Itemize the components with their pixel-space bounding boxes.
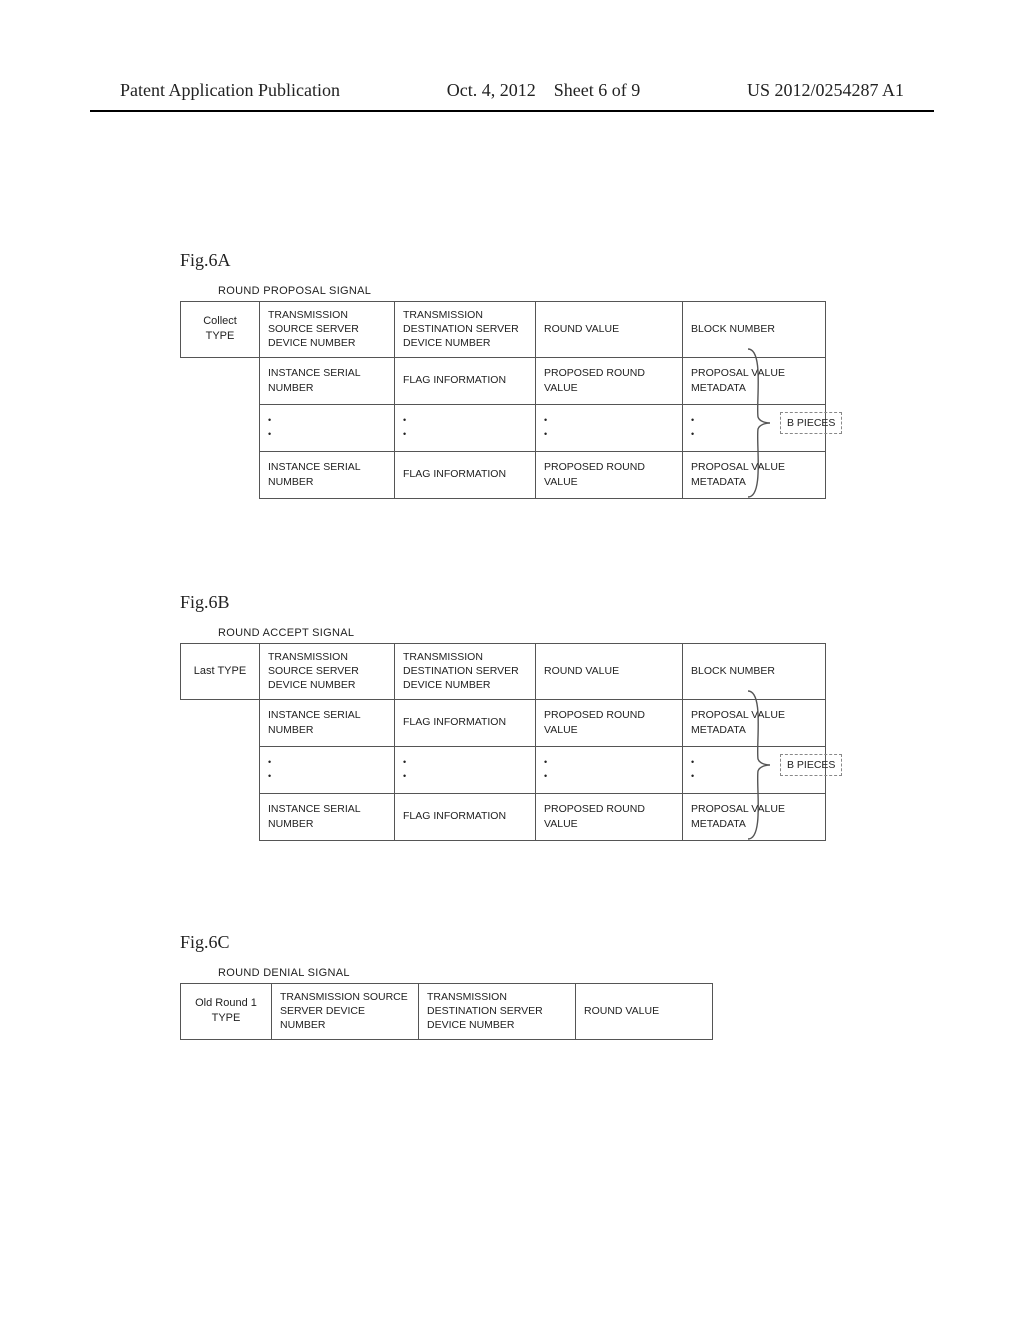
figure-6a-table: Collect TYPE TRANSMISSION SOURCE SERVER … bbox=[180, 301, 826, 499]
table-row-ellipsis bbox=[181, 404, 826, 451]
cell: TRANSMISSION DESTINATION SERVER DEVICE N… bbox=[395, 302, 536, 358]
page-header: Patent Application Publication Oct. 4, 2… bbox=[0, 80, 1024, 101]
cell: INSTANCE SERIAL NUMBER bbox=[260, 451, 395, 498]
type-cell: Collect TYPE bbox=[181, 302, 260, 358]
brace-group: B PIECES bbox=[746, 689, 842, 841]
pieces-label: B PIECES bbox=[780, 754, 842, 776]
figure-6c-table: Old Round 1 TYPE TRANSMISSION SOURCE SER… bbox=[180, 983, 713, 1040]
empty-cell bbox=[181, 793, 260, 840]
brace-group: B PIECES bbox=[746, 347, 842, 499]
table-row: INSTANCE SERIAL NUMBER FLAG INFORMATION … bbox=[181, 451, 826, 498]
figure-6b-table: Last TYPE TRANSMISSION SOURCE SERVER DEV… bbox=[180, 643, 826, 841]
pieces-label: B PIECES bbox=[780, 412, 842, 434]
cell: PROPOSED ROUND VALUE bbox=[536, 451, 683, 498]
cell: INSTANCE SERIAL NUMBER bbox=[260, 357, 395, 404]
cell: FLAG INFORMATION bbox=[395, 793, 536, 840]
header-date: Oct. 4, 2012 bbox=[447, 80, 536, 100]
brace-icon bbox=[746, 347, 772, 499]
table-row: INSTANCE SERIAL NUMBER FLAG INFORMATION … bbox=[181, 357, 826, 404]
empty-cell bbox=[181, 451, 260, 498]
cell: PROPOSED ROUND VALUE bbox=[536, 699, 683, 746]
figure-6c: Fig.6C ROUND DENIAL SIGNAL Old Round 1 T… bbox=[180, 932, 904, 1040]
table-row: Last TYPE TRANSMISSION SOURCE SERVER DEV… bbox=[181, 644, 826, 700]
ellipsis-cell bbox=[395, 746, 536, 793]
figure-6c-label: Fig.6C bbox=[180, 932, 904, 953]
header-rule bbox=[90, 110, 934, 112]
figure-6a-caption: ROUND PROPOSAL SIGNAL bbox=[218, 285, 904, 297]
header-publication: Patent Application Publication bbox=[120, 80, 340, 101]
figure-6b-label: Fig.6B bbox=[180, 592, 904, 613]
cell: PROPOSED ROUND VALUE bbox=[536, 357, 683, 404]
header-date-sheet: Oct. 4, 2012 Sheet 6 of 9 bbox=[447, 80, 640, 101]
figure-6b-caption: ROUND ACCEPT SIGNAL bbox=[218, 627, 904, 639]
header-pubno: US 2012/0254287 A1 bbox=[747, 80, 904, 101]
empty-cell bbox=[181, 699, 260, 746]
table-row: Old Round 1 TYPE TRANSMISSION SOURCE SER… bbox=[181, 984, 713, 1040]
cell: TRANSMISSION DESTINATION SERVER DEVICE N… bbox=[395, 644, 536, 700]
cell: TRANSMISSION SOURCE SERVER DEVICE NUMBER bbox=[260, 302, 395, 358]
cell: TRANSMISSION SOURCE SERVER DEVICE NUMBER bbox=[260, 644, 395, 700]
table-row: INSTANCE SERIAL NUMBER FLAG INFORMATION … bbox=[181, 793, 826, 840]
type-cell: Old Round 1 TYPE bbox=[181, 984, 272, 1040]
cell: ROUND VALUE bbox=[536, 302, 683, 358]
type-cell: Last TYPE bbox=[181, 644, 260, 700]
figure-6a-label: Fig.6A bbox=[180, 250, 904, 271]
ellipsis-cell bbox=[395, 404, 536, 451]
table-row-ellipsis bbox=[181, 746, 826, 793]
cell: FLAG INFORMATION bbox=[395, 357, 536, 404]
cell: TRANSMISSION DESTINATION SERVER DEVICE N… bbox=[419, 984, 576, 1040]
cell: FLAG INFORMATION bbox=[395, 451, 536, 498]
cell: INSTANCE SERIAL NUMBER bbox=[260, 793, 395, 840]
figure-6a: Fig.6A ROUND PROPOSAL SIGNAL Collect TYP… bbox=[180, 250, 904, 499]
cell: FLAG INFORMATION bbox=[395, 699, 536, 746]
figure-6b: Fig.6B ROUND ACCEPT SIGNAL Last TYPE TRA… bbox=[180, 592, 904, 841]
ellipsis-cell bbox=[260, 746, 395, 793]
empty-cell bbox=[181, 404, 260, 451]
empty-cell bbox=[181, 357, 260, 404]
header-sheet: Sheet 6 of 9 bbox=[554, 80, 640, 100]
brace-icon bbox=[746, 689, 772, 841]
page: Patent Application Publication Oct. 4, 2… bbox=[0, 0, 1024, 1320]
cell: PROPOSED ROUND VALUE bbox=[536, 793, 683, 840]
figure-6c-caption: ROUND DENIAL SIGNAL bbox=[218, 967, 904, 979]
ellipsis-cell bbox=[260, 404, 395, 451]
cell: ROUND VALUE bbox=[576, 984, 713, 1040]
table-row: INSTANCE SERIAL NUMBER FLAG INFORMATION … bbox=[181, 699, 826, 746]
ellipsis-cell bbox=[536, 746, 683, 793]
ellipsis-cell bbox=[536, 404, 683, 451]
table-row: Collect TYPE TRANSMISSION SOURCE SERVER … bbox=[181, 302, 826, 358]
cell: INSTANCE SERIAL NUMBER bbox=[260, 699, 395, 746]
cell: ROUND VALUE bbox=[536, 644, 683, 700]
empty-cell bbox=[181, 746, 260, 793]
cell: TRANSMISSION SOURCE SERVER DEVICE NUMBER bbox=[272, 984, 419, 1040]
figure-6a-table-wrap: Collect TYPE TRANSMISSION SOURCE SERVER … bbox=[180, 301, 904, 499]
figure-6b-table-wrap: Last TYPE TRANSMISSION SOURCE SERVER DEV… bbox=[180, 643, 904, 841]
